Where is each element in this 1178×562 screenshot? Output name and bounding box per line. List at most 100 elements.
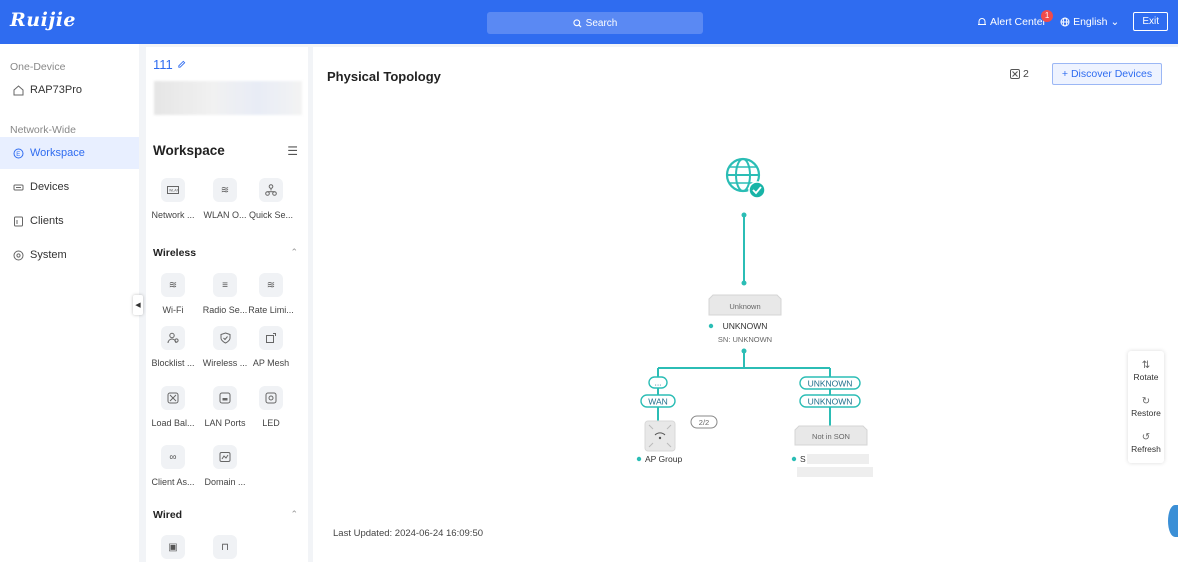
tile-domain[interactable]: Domain ...: [202, 445, 248, 487]
ap-group-count: 2/2: [699, 418, 709, 427]
refresh-icon: ↺: [1141, 432, 1151, 443]
internet-globe-icon[interactable]: [725, 157, 766, 199]
right-port-top-label: UNKNOWN: [808, 379, 853, 389]
load-balance-icon: [161, 386, 185, 410]
tile-network[interactable]: WLAN Network ...: [150, 178, 196, 220]
ap-group-count-badge: 2/2: [690, 415, 718, 429]
tile-blocklist-label: Blocklist ...: [151, 358, 195, 368]
topology-icon: [259, 178, 283, 202]
root-device-name: UNKNOWN: [723, 321, 768, 331]
user-block-icon: [161, 326, 185, 350]
tile-client-association-label: Client As...: [151, 477, 195, 487]
tile-domain-label: Domain ...: [204, 477, 246, 487]
chevron-up-icon: ⌃: [290, 247, 298, 257]
tile-ap-mesh-label: AP Mesh: [252, 358, 290, 368]
language-selector[interactable]: English ⌄: [1060, 16, 1119, 28]
collapse-panel-button[interactable]: ◀: [133, 295, 143, 315]
right-port-tag-bottom[interactable]: UNKNOWN: [799, 394, 861, 408]
chevron-up-icon: ⌃: [290, 509, 298, 519]
shield-icon: [213, 326, 237, 350]
not-in-son-device[interactable]: Not in SON: [794, 425, 868, 446]
left-nav: One-Device RAP73Pro Network-Wide E Works…: [0, 44, 139, 562]
nav-workspace-label: Workspace: [30, 147, 85, 159]
exit-button[interactable]: Exit: [1133, 12, 1168, 31]
tile-load-balance-label: Load Bal...: [151, 418, 195, 428]
right-port-tag-top[interactable]: UNKNOWN: [799, 376, 861, 390]
tile-blocklist[interactable]: Blocklist ...: [150, 326, 196, 368]
topology-canvas[interactable]: Unknown UNKNOWN SN: UNKNOWN ... WAN UNKN…: [313, 47, 1178, 562]
rotate-button[interactable]: ⇅ Rotate: [1128, 353, 1164, 389]
tile-ap-mesh[interactable]: AP Mesh: [248, 326, 294, 368]
nav-system-label: System: [30, 249, 67, 261]
root-device-sn: SN: UNKNOWN: [718, 335, 772, 344]
tile-wired-1[interactable]: ▣: [150, 535, 196, 559]
tile-wireless-security-label: Wireless ...: [202, 358, 248, 368]
group-wireless-header[interactable]: Wireless ⌃: [153, 247, 298, 259]
tile-wlan-label: WLAN O...: [203, 210, 247, 220]
tile-rate-limit[interactable]: ≋ Rate Limi...: [248, 273, 294, 315]
tile-wifi[interactable]: ≋ Wi-Fi: [150, 273, 196, 315]
workspace-title: Workspace: [153, 143, 225, 158]
language-label: English: [1073, 15, 1108, 28]
tile-client-association[interactable]: ∞ Client As...: [150, 445, 196, 487]
search-icon: [573, 18, 582, 27]
right-device-blurred-sn: [797, 467, 873, 477]
network-name-label: 111: [153, 57, 173, 72]
search-label: Search: [585, 17, 618, 29]
wired-title: Wired: [153, 509, 183, 521]
chevron-down-icon: ⌄: [1110, 15, 1120, 28]
rotate-label: Rotate: [1133, 372, 1159, 382]
nav-item-devices[interactable]: Devices: [0, 171, 139, 203]
wan-port-tag[interactable]: WAN: [640, 394, 676, 408]
ap-mesh-icon: [259, 326, 283, 350]
top-bar: Ruijie Search Alert Center 1 English ⌄ E…: [0, 0, 1178, 44]
restore-label: Restore: [1131, 408, 1161, 418]
edit-icon[interactable]: [177, 60, 186, 69]
network-icon: WLAN: [161, 178, 185, 202]
left-port-tag-top[interactable]: ...: [648, 376, 668, 389]
ap-group-node[interactable]: [644, 420, 676, 452]
nav-section-one-device: One-Device: [10, 61, 66, 73]
tile-led[interactable]: LED: [248, 386, 294, 428]
device-count: 2: [1010, 68, 1029, 80]
alert-center-button[interactable]: Alert Center 1: [977, 9, 1054, 28]
lan-port-icon: [213, 386, 237, 410]
network-info-blurred: [154, 81, 302, 115]
group-wired-header[interactable]: Wired ⌃: [153, 509, 298, 521]
workspace-panel: 111 Workspace ☰ WLAN Network ... ≋ WLAN …: [146, 47, 308, 562]
tile-quick-setup[interactable]: Quick Se...: [248, 178, 294, 220]
tile-lan-ports-label: LAN Ports: [204, 418, 246, 428]
devices-icon: [12, 181, 24, 193]
port-icon: ⊓: [213, 535, 237, 559]
tile-wireless-security[interactable]: Wireless ...: [202, 326, 248, 368]
wifi-signal-icon: ≋: [213, 178, 237, 202]
tile-radio[interactable]: ≡ Radio Se...: [202, 273, 248, 315]
left-port-top-label: ...: [654, 378, 661, 388]
tile-lan-ports[interactable]: LAN Ports: [202, 386, 248, 428]
nav-item-clients[interactable]: Clients: [0, 205, 139, 237]
tile-network-label: Network ...: [151, 210, 195, 220]
tile-radio-label: Radio Se...: [202, 305, 248, 315]
refresh-button[interactable]: ↺ Refresh: [1128, 425, 1164, 461]
not-in-son-box-label: Not in SON: [812, 432, 850, 441]
restore-icon: ↻: [1141, 396, 1151, 407]
wifi-icon: ≋: [161, 273, 185, 297]
assistant-float-icon[interactable]: [1168, 505, 1178, 537]
network-name[interactable]: 111: [153, 57, 186, 72]
restore-button[interactable]: ↻ Restore: [1128, 389, 1164, 425]
rate-limit-icon: ≋: [259, 273, 283, 297]
root-device[interactable]: Unknown: [708, 294, 782, 316]
nav-item-workspace[interactable]: E Workspace: [0, 137, 139, 169]
tile-wired-2[interactable]: ⊓: [202, 535, 248, 559]
tile-wlan[interactable]: ≋ WLAN O...: [202, 178, 248, 220]
rotate-icon: ⇅: [1141, 360, 1151, 371]
ap-group-label: AP Group: [645, 454, 682, 464]
refresh-label: Refresh: [1131, 444, 1161, 454]
nav-item-system[interactable]: System: [0, 239, 139, 271]
nav-item-device[interactable]: RAP73Pro: [0, 74, 139, 106]
search-button[interactable]: Search: [487, 12, 703, 34]
page-title: Physical Topology: [327, 69, 441, 84]
tile-load-balance[interactable]: Load Bal...: [150, 386, 196, 428]
discover-devices-button[interactable]: + Discover Devices: [1052, 63, 1162, 85]
list-view-icon[interactable]: ☰: [287, 144, 298, 158]
